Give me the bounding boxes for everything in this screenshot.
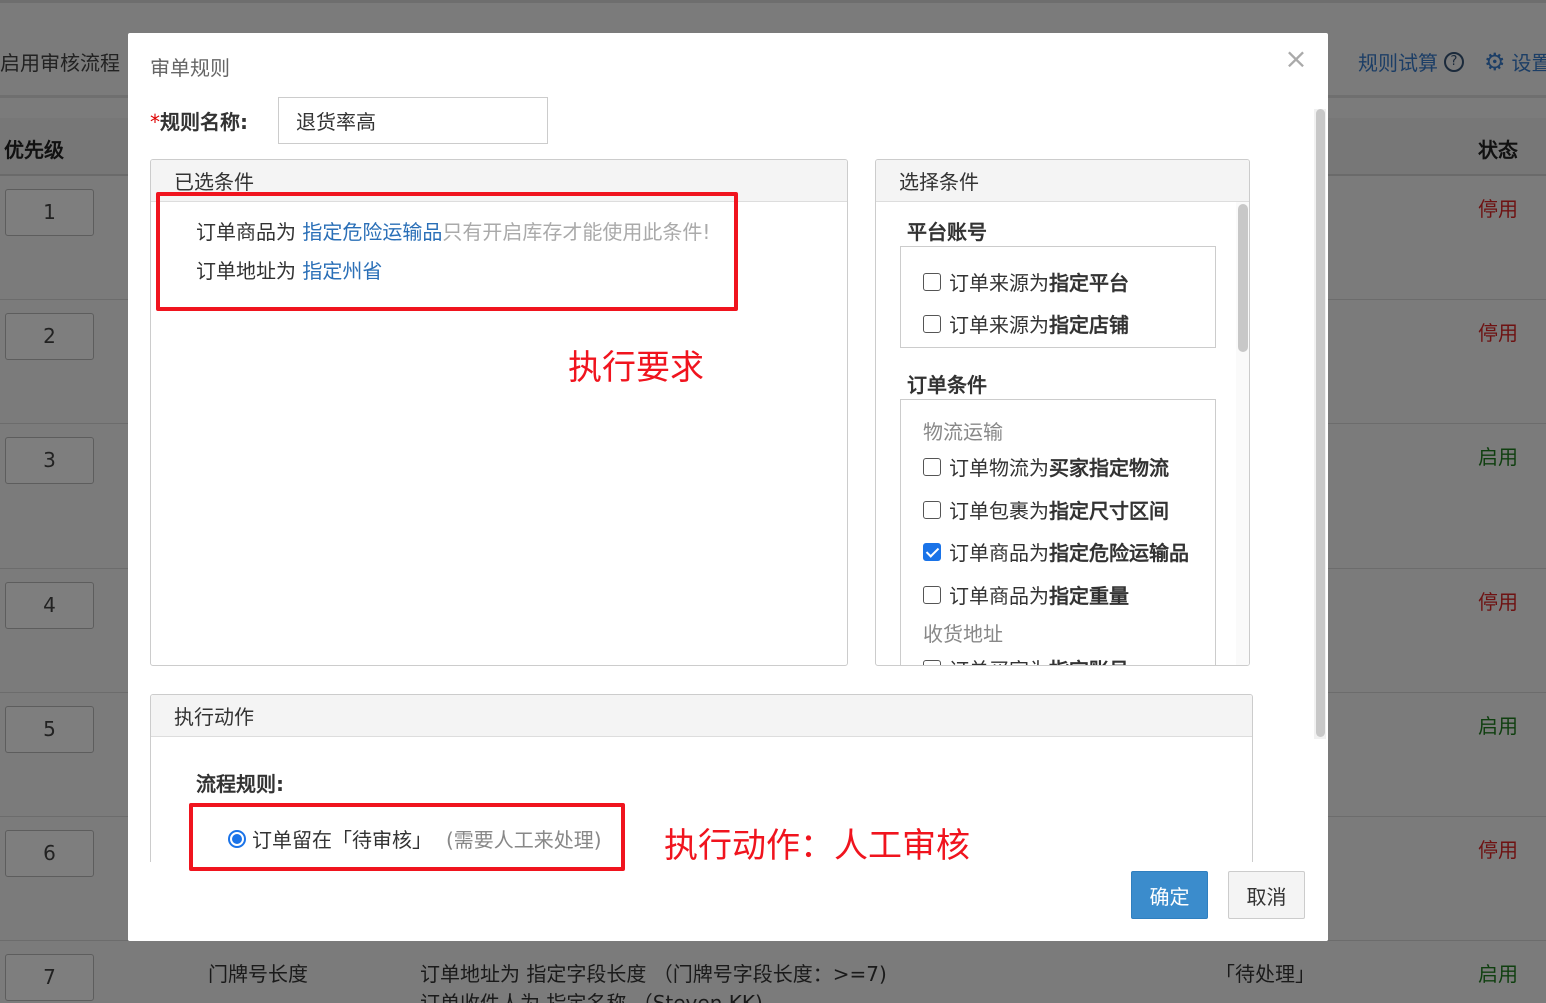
rule-name-cell: 门牌号长度 [208,962,308,986]
priority-input[interactable]: 1 [5,189,94,236]
status-badge[interactable]: 停用 [1478,193,1518,222]
checkbox-label-bold: 指定账号 [1049,654,1129,665]
checkbox-label-prefix: 订单来源为 [949,313,1049,337]
checkbox-label-prefix: 订单包裹为 [949,499,1049,523]
status-badge[interactable]: 停用 [1478,317,1518,346]
gear-icon[interactable]: ⚙ [1484,48,1506,76]
annotation-box-requirement [156,192,738,311]
priority-input[interactable]: 6 [5,830,94,877]
checkbox[interactable] [923,500,941,519]
status-badge[interactable]: 停用 [1478,586,1518,615]
cancel-button[interactable]: 取消 [1228,871,1305,919]
checkbox-label-prefix: 订单来源为 [949,271,1049,295]
checkbox-checked[interactable] [923,542,941,561]
execute-action-title: 执行动作 [151,695,1252,737]
confirm-button[interactable]: 确定 [1131,871,1208,919]
checkbox-label-prefix: 订单物流为 [949,456,1049,480]
condition-checkbox-buyer-account[interactable]: 订单买家为指定账号 [923,654,1129,665]
checkbox-label-prefix: 订单买家为 [949,654,1049,665]
checkbox-label-bold: 指定尺寸区间 [1049,499,1169,523]
checkbox[interactable] [923,585,941,604]
checkbox-label-bold: 指定店铺 [1049,313,1129,337]
status-column-header: 状态 [1478,138,1518,162]
rule-name-label-text: 规则名称: [160,110,248,134]
status-badge[interactable]: 停用 [1478,834,1518,863]
checkbox-label-bold: 指定危险运输品 [1049,541,1189,565]
condition-checkbox-buyer-logistics[interactable]: 订单物流为 买家指定物流 [923,452,1169,481]
subgroup-title-shipping-address: 收货地址 [923,622,1003,646]
checkbox-label-bold: 指定重量 [1049,584,1129,608]
priority-input[interactable]: 5 [5,706,94,753]
priority-input[interactable]: 2 [5,313,94,360]
priority-input[interactable]: 7 [5,954,94,1001]
choose-conditions-panel: 选择条件 平台账号 订单来源为 指定平台 订单来源为 指定店铺 订单条件 物流运输 … [875,159,1250,666]
order-conditions-group: 物流运输 订单物流为 买家指定物流 订单包裹为 指定尺寸区间 订单商品为 指定危险运输… [900,399,1216,665]
status-badge[interactable]: 启用 [1478,710,1518,739]
condition-checkbox-weight[interactable]: 订单商品为 指定重量 [923,580,1129,609]
conditions-scroll-thumb[interactable] [1238,204,1248,352]
status-badge[interactable]: 启用 [1478,958,1518,987]
checkbox-label-prefix: 订单商品为 [949,584,1049,608]
checkbox[interactable] [923,457,941,476]
enable-review-flow-label[interactable]: 启用审核流程 [0,47,120,76]
condition-checkbox-platform[interactable]: 订单来源为 指定平台 [923,267,1129,296]
checkbox-label-bold: 买家指定物流 [1049,456,1169,480]
group-title-platform-account: 平台账号 [907,220,987,244]
flow-rule-label: 流程规则: [196,772,284,796]
table-row: 7 门牌号长度 订单地址为 指定字段长度 （门牌号字段长度：>=7) 订单收件人… [0,941,1546,1003]
toolbar-links: 规则试算 ? ⚙ 设置 [1358,47,1546,76]
close-icon[interactable]: × [1283,45,1309,73]
group-title-order-conditions: 订单条件 [907,373,987,397]
dialog-title: 审单规则 [150,56,230,80]
rule-name-input[interactable] [278,97,548,144]
priority-column-header: 优先级 [4,138,64,162]
annotation-box-action [189,803,625,871]
settings-link[interactable]: 设置 [1512,47,1546,76]
status-badge[interactable]: 启用 [1478,441,1518,470]
annotation-text-action: 执行动作：人工审核 [664,826,970,866]
rule-condition-cell: 订单收件人为 指定名称 （Steven KK) [420,991,763,1003]
condition-checkbox-store[interactable]: 订单来源为 指定店铺 [923,309,1129,338]
rule-name-label: *规则名称: [150,106,248,135]
dialog-scroll-thumb[interactable] [1316,109,1325,737]
platform-account-group: 订单来源为 指定平台 订单来源为 指定店铺 [900,246,1216,348]
required-mark: * [150,110,160,134]
checkbox[interactable] [923,314,941,333]
subgroup-title-logistics: 物流运输 [923,420,1003,444]
condition-checkbox-package-size[interactable]: 订单包裹为 指定尺寸区间 [923,495,1169,524]
choose-conditions-title: 选择条件 [876,160,1249,202]
checkbox[interactable] [923,272,941,291]
checkbox-label-prefix: 订单商品为 [949,541,1049,565]
annotation-text-requirement: 执行要求 [568,348,704,388]
priority-input[interactable]: 4 [5,582,94,629]
checkbox-label-bold: 指定平台 [1049,271,1129,295]
rule-condition-cell: 订单地址为 指定字段长度 （门牌号字段长度：>=7) [420,962,887,986]
checkbox[interactable] [923,659,941,665]
rule-action-cell: 「待处理」 [1215,962,1315,986]
condition-checkbox-dangerous-goods[interactable]: 订单商品为 指定危险运输品 [923,537,1189,566]
rule-trial-link[interactable]: 规则试算 [1358,47,1438,76]
priority-input[interactable]: 3 [5,437,94,484]
help-icon[interactable]: ? [1444,51,1464,72]
